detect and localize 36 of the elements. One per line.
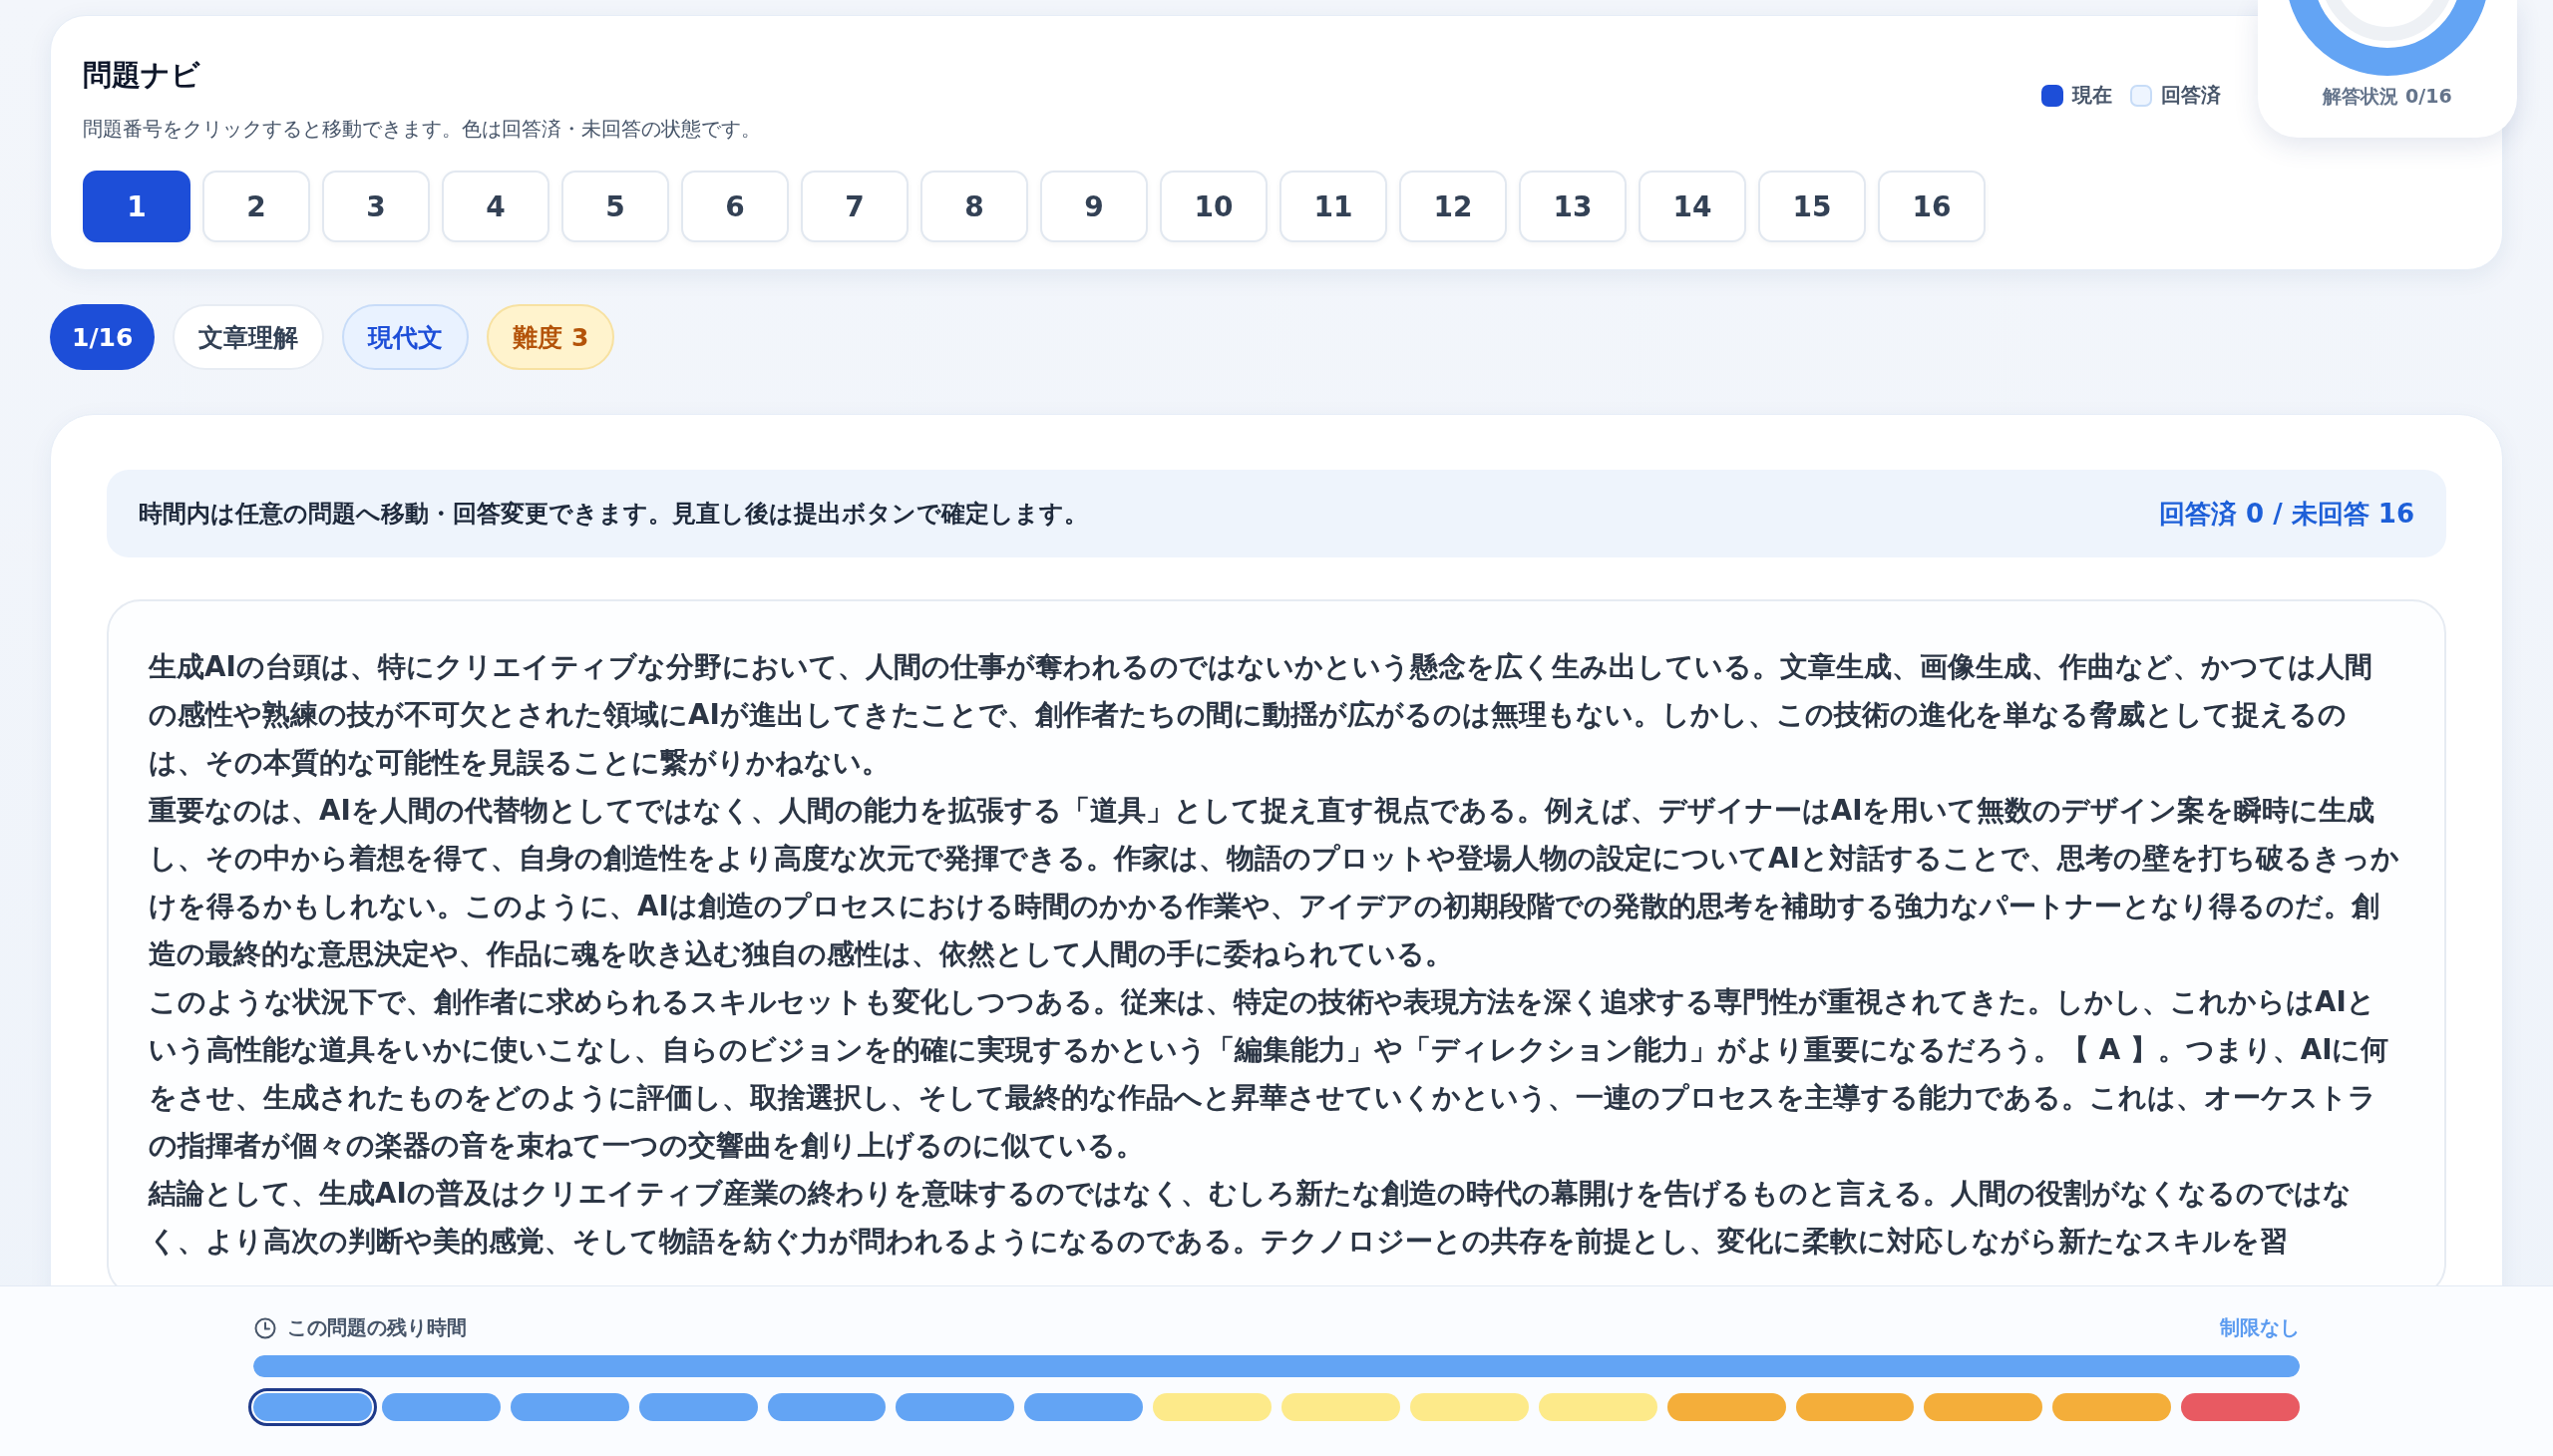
legend-label: 回答済 <box>2161 82 2221 109</box>
timer-label: この問題の残り時間 <box>287 1314 467 1341</box>
clock-icon <box>253 1315 277 1340</box>
question-button[interactable]: 3 <box>322 171 430 242</box>
question-button[interactable]: 15 <box>1758 171 1866 242</box>
question-button[interactable]: 6 <box>681 171 789 242</box>
panel-subtitle: 問題番号をクリックすると移動できます。色は回答済・未回答の状態です。 <box>83 116 761 143</box>
notice-text: 時間内は任意の問題へ移動・回答変更できます。見直し後は提出ボタンで確定します。 <box>139 499 1088 530</box>
tag: 難度 3 <box>487 304 615 370</box>
passage-paragraph: 重要なのは、AIを人間の代替物としてではなく、人間の能力を拡張する「道具」として捉え直す視点である。例えば、デザイナーはAIを用いて無数のデザイン案を瞬時に生成し、その中から着想を得て、自身の創造性をより高度な次元で発揮できる。作家は、物語のプロットや登場人物の設定についてAIと対話することで、思考の壁を打ち破るきっかけを得るかもしれない。このように、AIは創造のプロセスにおける時間のかかる作業や、アイデアの初期段階での発散的思考を補助する強力なパートナーとなり得るのだ。創造の最終的な意思決定や、作品に魂を吹き込む独自の感性は、依然として人間の手に委ねられている。 <box>149 793 2400 972</box>
passage-paragraph: 生成AIの台頭は、特にクリエイティブな分野において、人間の仕事が奪われるのではないかという懸念を広く生み出している。文章生成、画像生成、作曲など、かつては人間の感性や熟練の技が不可欠とされた領域にAIが進出してきたことで、創作者たちの間に動揺が広がるのは無理もない。しかし、この技術の進化を単なる脅威として捉えるのは、その本質的な可能性を見誤ることに繋がりかねない。 <box>149 649 2373 781</box>
question-button[interactable]: 4 <box>442 171 549 242</box>
question-button[interactable]: 16 <box>1878 171 1986 242</box>
tag: 現代文 <box>342 304 470 370</box>
answer-count: 回答済 0 / 未回答 16 <box>2159 497 2414 531</box>
question-button[interactable]: 11 <box>1279 171 1387 242</box>
panel-title: 問題ナビ <box>83 57 201 94</box>
question-button[interactable]: 10 <box>1160 171 1268 242</box>
legend-label: 現在 <box>2072 82 2112 109</box>
question-button[interactable]: 7 <box>801 171 909 242</box>
question-button[interactable]: 9 <box>1040 171 1148 242</box>
question-button[interactable]: 1 <box>83 171 190 242</box>
legend-swatch <box>2041 84 2063 107</box>
progress-label: 解答状況 0/16 <box>2323 84 2452 109</box>
tag: 文章理解 <box>173 304 325 370</box>
time-limit: 制限なし <box>2220 1314 2300 1341</box>
question-button[interactable]: 8 <box>920 171 1028 242</box>
question-button[interactable]: 5 <box>561 171 669 242</box>
tag: 1/16 <box>50 304 156 370</box>
question-button[interactable]: 12 <box>1399 171 1507 242</box>
passage-paragraph: このような状況下で、創作者に求められるスキルセットも変化しつつある。従来は、特定の技術や表現方法を深く追求する専門性が重視されてきた。しかし、これからはAIという高性能な道具をいかに使いこなし、自らのビジョンを的確に実現するかという「編集能力」や「ディレクション能力」がより重要になるだろう。【 A 】。つまり、AIに何をさせ、生成されたものをどのように評価し、取捨選択し、そして最終的な作品へと昇華させていくかという、一連のプロセスを主導する能力である。これは、オーケストラの指揮者が個々の楽器の音を束ねて一つの交響曲を創り上げるのに似ている。 <box>149 984 2390 1164</box>
question-button[interactable]: 2 <box>202 171 310 242</box>
question-button[interactable]: 14 <box>1639 171 1746 242</box>
question-button[interactable]: 13 <box>1519 171 1627 242</box>
passage-paragraph: 結論として、生成AIの普及はクリエイティブ産業の終わりを意味するのではなく、むしろ新たな創造の時代の幕開けを告げるものと言える。人間の役割がなくなるのではなく、より高次の判断や美的感覚、そして物語を紡ぐ力が問われるようになるのである。テクノロジーとの共存を前提とし、変化に柔軟に対応しながら新たなスキルを習 <box>149 1176 2353 1260</box>
legend-swatch <box>2130 84 2152 107</box>
